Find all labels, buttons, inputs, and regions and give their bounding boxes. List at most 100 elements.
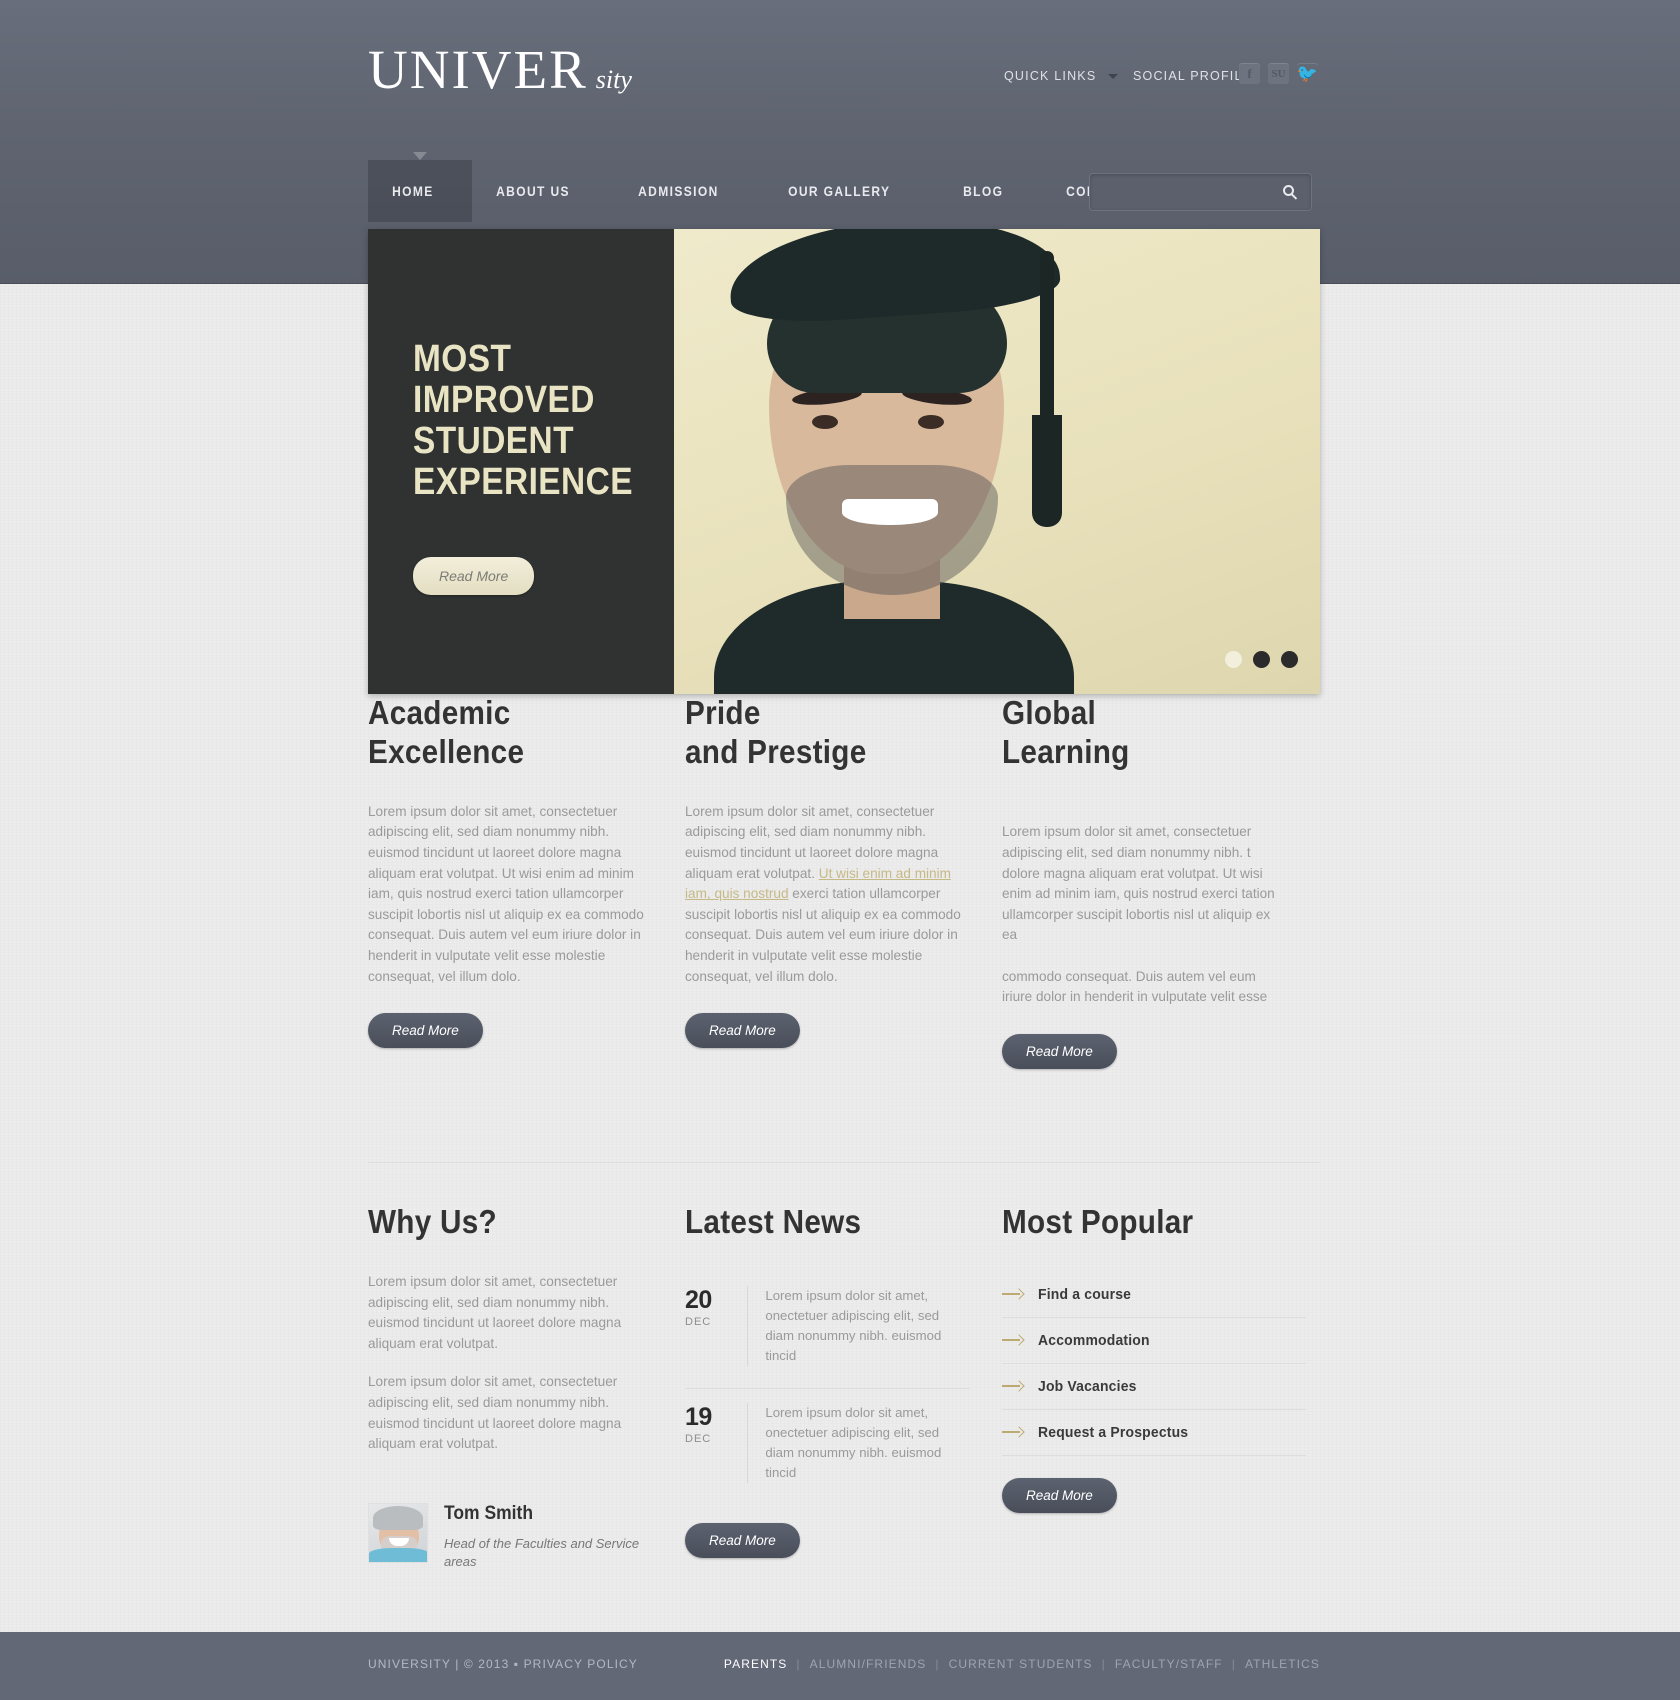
- nav-label-about-us: ABOUT US: [496, 183, 571, 199]
- feature-title-academic-excellence: Academic Excellence: [368, 694, 525, 770]
- footer-link-faculty-staff[interactable]: FACULTY/STAFF: [1115, 1657, 1223, 1671]
- news-item[interactable]: 20 DEC Lorem ipsum dolor sit amet, onect…: [685, 1272, 969, 1388]
- why-us-paragraph-2: Lorem ipsum dolor sit amet, consectetuer…: [368, 1374, 622, 1452]
- nav-item-our-gallery[interactable]: OUR GALLERY: [764, 160, 939, 222]
- latest-news-title: Latest News: [685, 1203, 862, 1240]
- feature-title-pride-and-prestige: Pride and Prestige: [685, 694, 867, 770]
- most-popular-read-more-button[interactable]: Read More: [1002, 1477, 1117, 1513]
- feature-read-more-global-learning[interactable]: Read More: [1002, 1033, 1117, 1069]
- graduation-tassel: [1032, 415, 1062, 527]
- staff-profile: Tom Smith Head of the Faculties and Serv…: [368, 1502, 652, 1571]
- most-popular-card: Most Popular Find a course Accommodation…: [1002, 1203, 1319, 1571]
- nav-label-home: HOME: [392, 183, 434, 199]
- graduation-cap-icon: [726, 229, 1062, 328]
- most-popular-label: Request a Prospectus: [1038, 1423, 1189, 1441]
- why-us-title: Why Us?: [368, 1203, 497, 1240]
- graduate-smile: [842, 499, 938, 525]
- most-popular-label: Accommodation: [1038, 1331, 1150, 1349]
- avatar: [368, 1502, 428, 1563]
- slider-dot-3[interactable]: [1281, 651, 1298, 668]
- search-box: [1089, 173, 1312, 211]
- most-popular-label: Find a course: [1038, 1285, 1132, 1303]
- news-item[interactable]: 19 DEC Lorem ipsum dolor sit amet, onect…: [685, 1389, 969, 1505]
- nav-item-home[interactable]: HOME: [368, 152, 473, 222]
- hero-title: MOST IMPROVED STUDENT EXPERIENCE: [413, 338, 633, 504]
- news-month: DEC: [685, 1315, 712, 1328]
- list-item[interactable]: Job Vacancies: [1002, 1364, 1286, 1409]
- logo-main-text: UNIVER: [368, 39, 588, 100]
- staff-name: Tom Smith: [444, 1502, 534, 1524]
- social-profiles-group: f SU 🐦: [1239, 63, 1318, 84]
- feature-card-global-learning: Global Learning Lorem ipsum dolor sit am…: [1002, 694, 1319, 1069]
- chevron-down-icon: [1108, 74, 1119, 80]
- feature-read-more-pride-and-prestige[interactable]: Read More: [685, 1013, 800, 1049]
- nav-item-about-us[interactable]: ABOUT US: [472, 160, 614, 222]
- nav-label-admission: ADMISSION: [638, 183, 720, 199]
- why-us-card: Why Us? Lorem ipsum dolor sit amet, cons…: [368, 1203, 685, 1571]
- why-us-paragraph-1: Lorem ipsum dolor sit amet, consectetuer…: [368, 1273, 622, 1351]
- news-month: DEC: [685, 1432, 712, 1445]
- nav-item-blog[interactable]: BLOG: [939, 160, 1042, 222]
- footer-separator: |: [1231, 1657, 1236, 1671]
- graduation-tassel-cord: [1040, 251, 1054, 431]
- stumbleupon-icon[interactable]: SU: [1268, 63, 1289, 84]
- facebook-icon[interactable]: f: [1239, 63, 1260, 84]
- footer-link-alumni-friends[interactable]: ALUMNI/FRIENDS: [810, 1657, 927, 1671]
- nav-item-admission[interactable]: ADMISSION: [614, 160, 764, 222]
- slider-pagination: [1225, 651, 1298, 668]
- most-popular-label: Job Vacancies: [1038, 1377, 1137, 1395]
- news-day: 19: [685, 1402, 712, 1431]
- arrow-right-icon: [1002, 1381, 1024, 1391]
- latest-news-read-more-button[interactable]: Read More: [685, 1522, 800, 1558]
- footer-separator: |: [796, 1657, 801, 1671]
- features-section: Academic Excellence Lorem ipsum dolor si…: [368, 694, 1320, 1069]
- search-button[interactable]: [1281, 183, 1301, 203]
- news-day: 20: [685, 1285, 712, 1314]
- footer-link-current-students[interactable]: CURRENT STUDENTS: [949, 1657, 1093, 1671]
- graduate-eye-left: [812, 415, 838, 429]
- avatar-shirt: [369, 1547, 427, 1562]
- footer-separator: |: [935, 1657, 940, 1671]
- list-item[interactable]: Accommodation: [1002, 1318, 1286, 1363]
- nav-label-our-gallery: OUR GALLERY: [788, 183, 891, 199]
- avatar-hair: [373, 1505, 423, 1530]
- feature-title-global-learning: Global Learning: [1002, 694, 1130, 770]
- list-item[interactable]: Find a course: [1002, 1272, 1286, 1317]
- news-text: Lorem ipsum dolor sit amet, onectetuer a…: [765, 1287, 942, 1363]
- arrow-right-icon: [1002, 1289, 1024, 1299]
- footer-link-athletics[interactable]: ATHLETICS: [1245, 1657, 1320, 1671]
- site-footer: UNIVERSITY | © 2013 ▪ PRIVACY POLICY PAR…: [0, 1632, 1680, 1700]
- hero-slider: MOST IMPROVED STUDENT EXPERIENCE Read Mo…: [368, 229, 1320, 694]
- news-text: Lorem ipsum dolor sit amet, onectetuer a…: [765, 1404, 942, 1480]
- feature-card-academic-excellence: Academic Excellence Lorem ipsum dolor si…: [368, 694, 685, 1069]
- feature-read-more-academic-excellence[interactable]: Read More: [368, 1013, 483, 1049]
- footer-link-parents[interactable]: PARENTS: [724, 1657, 788, 1671]
- footer-separator: |: [1101, 1657, 1106, 1671]
- twitter-icon[interactable]: 🐦: [1297, 63, 1318, 84]
- feature-text-part-1: Lorem ipsum dolor sit amet, consectetuer…: [368, 803, 644, 984]
- arrow-right-icon: [1002, 1427, 1024, 1437]
- feature-text-pride-and-prestige: Lorem ipsum dolor sit amet, consectetuer…: [685, 802, 969, 987]
- quick-links-dropdown[interactable]: QUICK LINKS: [1004, 69, 1119, 83]
- feature-text-part-1: Lorem ipsum dolor sit amet, consectetuer…: [1002, 824, 1275, 1005]
- search-icon: [1283, 185, 1294, 196]
- footer-links: PARENTS | ALUMNI/FRIENDS | CURRENT STUDE…: [724, 1657, 1320, 1671]
- nav-label-blog: BLOG: [963, 183, 1004, 199]
- arrow-right-icon: [1002, 1335, 1024, 1345]
- feature-text-academic-excellence: Lorem ipsum dolor sit amet, consectetuer…: [368, 802, 652, 987]
- staff-role: Head of the Faculties and Service areas: [444, 1535, 640, 1569]
- feature-card-pride-and-prestige: Pride and Prestige Lorem ipsum dolor sit…: [685, 694, 1002, 1069]
- slider-dot-2[interactable]: [1253, 651, 1270, 668]
- slider-dot-1[interactable]: [1225, 651, 1242, 668]
- quick-links-label: QUICK LINKS: [1004, 69, 1097, 83]
- search-input[interactable]: [1090, 174, 1270, 210]
- graduate-eye-right: [918, 415, 944, 429]
- section-divider: [368, 1162, 1320, 1163]
- news-date: 20 DEC: [685, 1286, 747, 1328]
- footer-copyright: UNIVERSITY | © 2013 ▪ PRIVACY POLICY: [368, 1657, 638, 1671]
- hero-read-more-button[interactable]: Read More: [413, 557, 535, 595]
- news-date: 19 DEC: [685, 1403, 747, 1445]
- most-popular-title: Most Popular: [1002, 1203, 1194, 1240]
- list-item[interactable]: Request a Prospectus: [1002, 1410, 1286, 1455]
- site-logo[interactable]: UNIVER sity: [368, 42, 632, 97]
